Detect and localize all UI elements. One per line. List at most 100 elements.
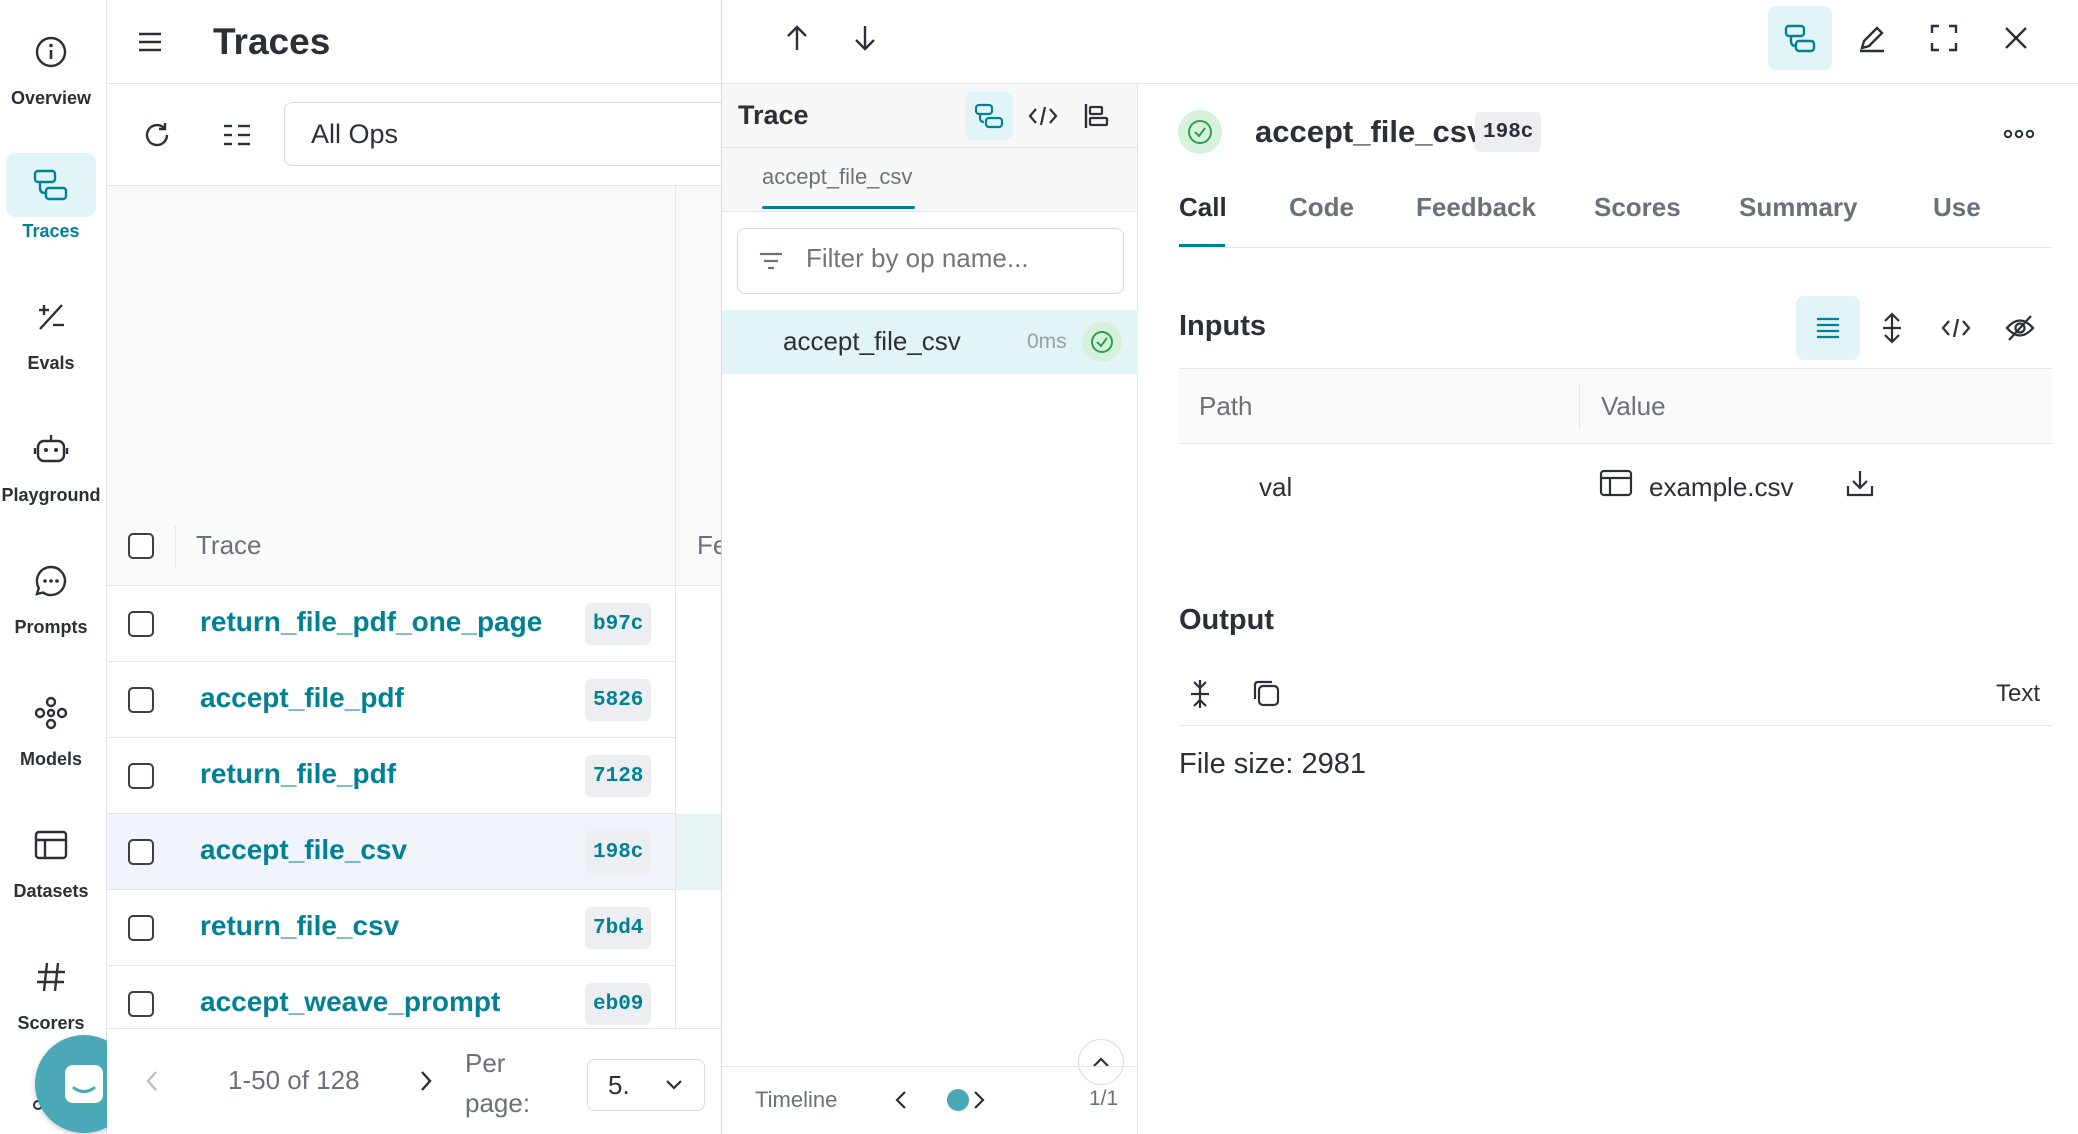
row-checkbox[interactable] [128, 915, 154, 941]
nav-label: Models [19, 749, 82, 769]
nav-label: Prompts [14, 617, 88, 637]
feedback-cell [675, 966, 721, 1028]
traces-icon [32, 168, 70, 202]
trace-tree-header: Trace [722, 84, 1137, 148]
table-row[interactable]: return_file_csv 7bd4 [107, 890, 721, 966]
tab-summary[interactable]: Summary [1739, 192, 1858, 223]
trace-name-link[interactable]: accept_file_csv [200, 834, 407, 866]
arrow-up-icon[interactable] [765, 6, 829, 70]
tree-view-icon[interactable] [965, 92, 1013, 140]
tab-code[interactable]: Code [1289, 192, 1354, 223]
success-check-icon [1178, 110, 1222, 154]
pagination-range: 1-50 of 128 [228, 1065, 360, 1095]
chevron-left-icon[interactable] [894, 1089, 908, 1111]
arrow-down-icon[interactable] [833, 6, 897, 70]
expand-vertical-icon[interactable] [1860, 296, 1924, 360]
inputs-table-header: Path Value [1179, 368, 2052, 444]
chevron-right-icon[interactable] [972, 1089, 986, 1111]
table-row[interactable]: accept_weave_prompt eb09 [107, 966, 721, 1028]
output-heading: Output [1179, 604, 1275, 636]
timeline-label: Timeline [755, 1087, 838, 1112]
row-checkbox[interactable] [128, 991, 154, 1017]
nav-playground[interactable]: Playground [2, 417, 101, 527]
close-icon[interactable] [1984, 6, 2048, 70]
table-row-selected[interactable]: accept_file_csv 198c [107, 814, 721, 890]
model-icon [33, 695, 69, 731]
column-header-trace[interactable]: Trace [196, 530, 262, 561]
op-filter-input[interactable] [806, 243, 1106, 274]
feedback-cell [675, 814, 721, 890]
ops-filter-select[interactable]: All Ops [284, 102, 744, 166]
pagination: 1-50 of 128 Per page: 5. [107, 1028, 721, 1134]
nav-label: Overview [10, 88, 92, 108]
code-view-icon[interactable] [1019, 92, 1067, 140]
nav-label: Datasets [13, 881, 89, 901]
code-view-icon[interactable] [1924, 296, 1988, 360]
edit-pencil-icon[interactable] [1840, 6, 1904, 70]
chat-bubble-icon [33, 563, 69, 599]
trace-hash-badge: 198c [585, 831, 652, 873]
row-checkbox[interactable] [128, 687, 154, 713]
chat-icon [61, 1061, 107, 1107]
column-header-feedback[interactable]: Fe [697, 530, 721, 561]
chevron-left-icon[interactable] [145, 1069, 159, 1093]
table-row[interactable]: return_file_pdf 7128 [107, 738, 721, 814]
list-view-icon[interactable] [1796, 296, 1860, 360]
nav-prompts[interactable]: Prompts [6, 549, 96, 659]
collapse-icon[interactable] [1189, 678, 1211, 710]
nav-overview[interactable]: Overview [6, 20, 96, 130]
select-all-checkbox[interactable] [128, 533, 154, 559]
download-icon[interactable] [1845, 468, 1875, 498]
feedback-cell [675, 738, 721, 814]
nav-datasets[interactable]: Datasets [6, 813, 96, 923]
nav-traces[interactable]: Traces [6, 153, 96, 263]
row-checkbox[interactable] [128, 763, 154, 789]
columns-icon[interactable] [209, 107, 265, 163]
trace-name-link[interactable]: return_file_csv [200, 910, 399, 942]
op-filter-field[interactable] [737, 228, 1124, 294]
fullscreen-icon[interactable] [1912, 6, 1976, 70]
per-page-select[interactable]: 5. [587, 1059, 705, 1111]
eye-off-icon[interactable] [1988, 296, 2052, 360]
refresh-icon[interactable] [129, 107, 185, 163]
nav-label: Scorers [17, 1013, 85, 1033]
tab-scores[interactable]: Scores [1594, 192, 1681, 223]
trace-hash-badge: 7128 [585, 755, 652, 797]
trace-name-link[interactable]: accept_weave_prompt [200, 986, 500, 1018]
output-mode-label[interactable]: Text [1996, 680, 2040, 708]
tab-use[interactable]: Use [1933, 192, 1981, 223]
input-file-value[interactable]: example.csv [1649, 472, 1794, 503]
tab-feedback[interactable]: Feedback [1416, 192, 1536, 223]
table-row[interactable]: return_file_pdf_one_page b97c [107, 586, 721, 662]
call-hash-badge: 198c [1475, 112, 1542, 152]
trace-tree-toggle-icon[interactable] [1768, 6, 1832, 70]
tab-call[interactable]: Call [1179, 192, 1227, 223]
trace-name-link[interactable]: return_file_pdf [200, 758, 396, 790]
trace-name-link[interactable]: accept_file_pdf [200, 682, 404, 714]
timeline-view-icon[interactable] [1072, 92, 1120, 140]
copy-icon[interactable] [1251, 678, 1281, 708]
tree-node-name: accept_file_csv [783, 326, 961, 356]
filter-lines-icon [758, 249, 784, 273]
trace-tree-title: Trace [738, 100, 809, 130]
trace-name-link[interactable]: return_file_pdf_one_page [200, 606, 542, 638]
tree-tab-root[interactable]: accept_file_csv [762, 164, 912, 190]
nav-label: Playground [1, 485, 101, 505]
inputs-heading: Inputs [1179, 310, 1266, 342]
hamburger-menu-icon[interactable] [127, 19, 173, 65]
row-checkbox[interactable] [128, 611, 154, 637]
table-header: Trace Fe [107, 508, 721, 586]
trace-tree-tabbar: accept_file_csv [722, 148, 1137, 212]
table-row[interactable]: accept_file_pdf 5826 [107, 662, 721, 738]
nav-label: Traces [22, 221, 80, 241]
traces-table: Trace Fe return_file_pdf_one_page b97c a… [107, 186, 721, 1028]
row-checkbox[interactable] [128, 839, 154, 865]
nav-models[interactable]: Models [6, 681, 96, 791]
tree-node-selected[interactable]: accept_file_csv 0ms [722, 310, 1138, 374]
more-options-icon[interactable] [1995, 110, 2043, 158]
timeline-dot[interactable] [947, 1089, 969, 1111]
nav-evals[interactable]: Evals [6, 285, 96, 395]
inputs-table: Path Value val example.csv [1179, 368, 2052, 530]
evals-icon [34, 300, 68, 334]
chevron-right-icon[interactable] [419, 1069, 433, 1093]
